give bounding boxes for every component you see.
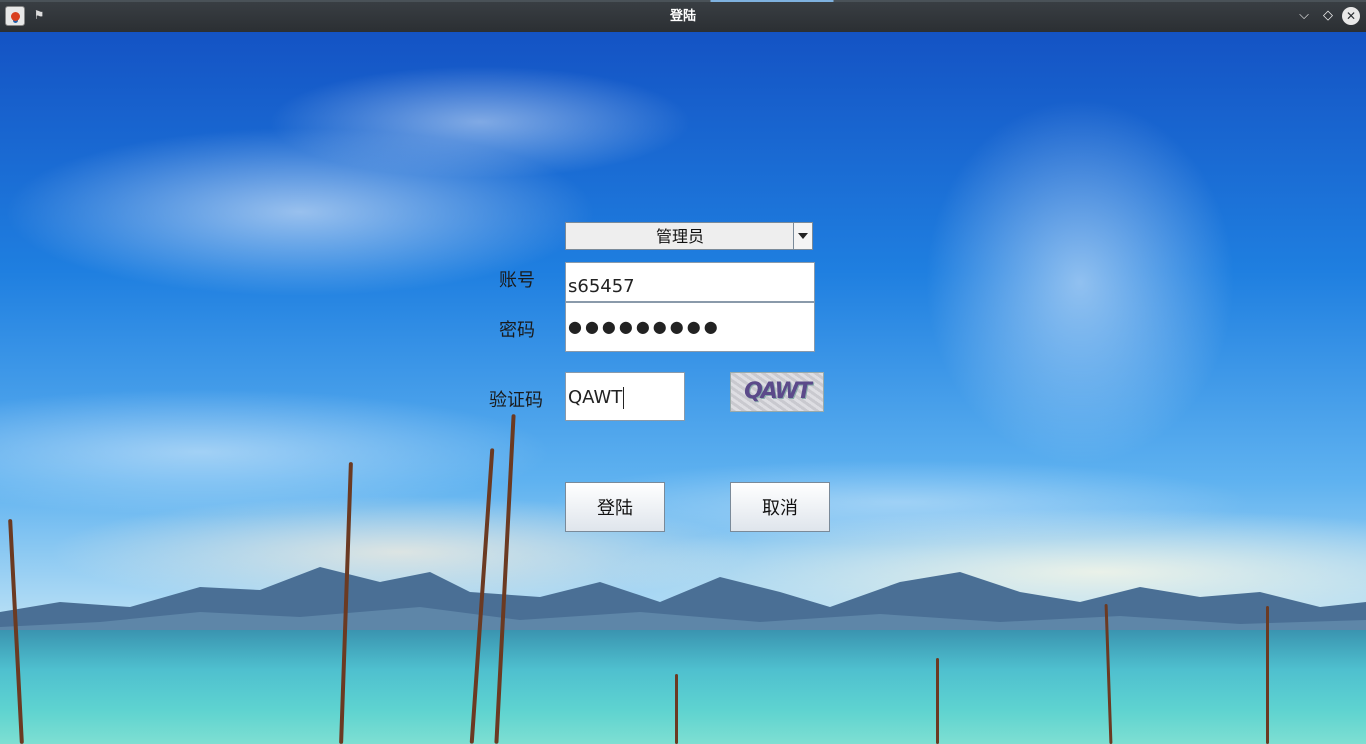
captcha-input-value: QAWT [568, 387, 623, 408]
chevron-down-icon[interactable]: ⌵ [1295, 7, 1313, 25]
captcha-label: 验证码 [489, 390, 543, 411]
window-title: 登陆 [669, 9, 696, 24]
diamond-icon[interactable]: ◇ [1319, 7, 1337, 25]
login-button[interactable]: 登陆 [565, 482, 665, 532]
login-form: 管理员 账号 s65457 密码 ●●●●●●●●● 验证码 QAWT QAWT… [0, 0, 1366, 744]
captcha-image[interactable]: QAWT [730, 372, 824, 412]
text-caret [623, 387, 625, 409]
chevron-down-icon[interactable] [793, 223, 812, 249]
account-input[interactable]: s65457 [565, 262, 815, 302]
close-icon[interactable]: ✕ [1342, 7, 1360, 25]
cancel-button[interactable]: 取消 [730, 482, 830, 532]
account-label: 账号 [499, 270, 535, 291]
role-select[interactable]: 管理员 [565, 222, 813, 250]
password-label: 密码 [499, 320, 535, 341]
role-select-value: 管理员 [655, 227, 704, 246]
captcha-input[interactable]: QAWT [565, 372, 685, 421]
password-input[interactable]: ●●●●●●●●● [565, 302, 815, 352]
title-bar: ⚑ 登陆 ⌵ ◇ ✕ [0, 0, 1366, 32]
